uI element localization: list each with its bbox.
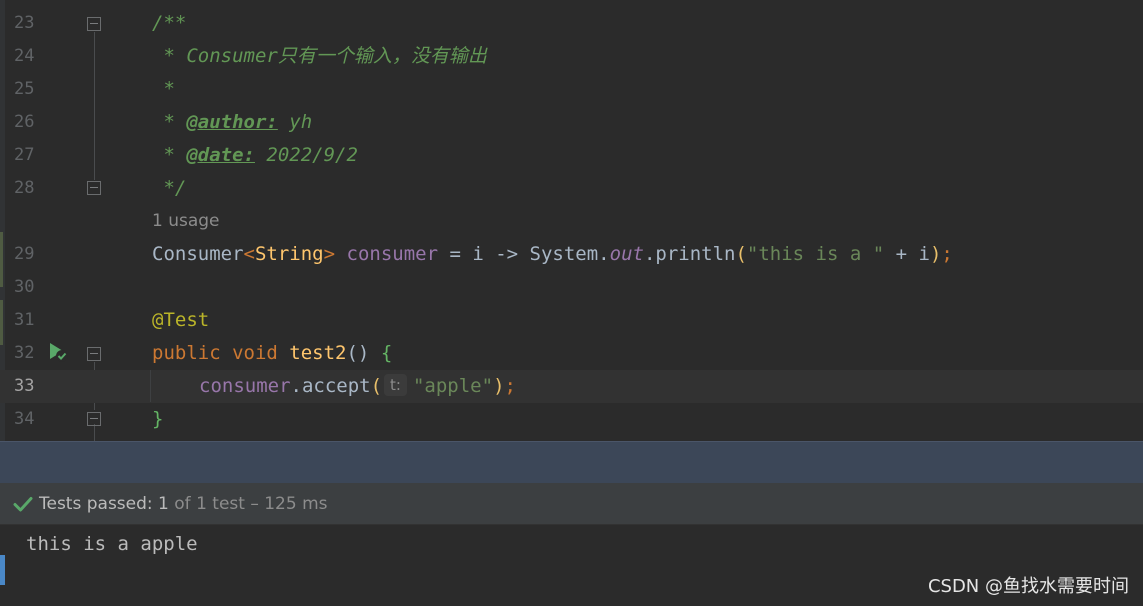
javadoc-author-tag: @author:	[186, 111, 278, 133]
watermark: CSDN @鱼找水需要时间	[927, 576, 1129, 597]
fold-collapse-icon[interactable]	[87, 17, 101, 31]
line-code: consumer.accept(t: "apple");	[199, 374, 516, 397]
code-line[interactable]: 25 *	[0, 73, 1143, 106]
line-code: /**	[152, 12, 187, 34]
code-line-current[interactable]: 33 consumer.accept(t: "apple");	[0, 370, 1143, 403]
code-line[interactable]: 28 */	[0, 172, 1143, 205]
code-line[interactable]: 29 Consumer<String> consumer = i -> Syst…	[0, 238, 1143, 271]
console-output-text: this is a apple	[26, 533, 198, 555]
line-number: 34	[14, 409, 35, 429]
code-line[interactable]: 34 }	[0, 403, 1143, 436]
line-number: 32	[14, 343, 35, 363]
line-number: 31	[14, 310, 35, 330]
fold-collapse-icon[interactable]	[87, 181, 101, 195]
line-number: 23	[14, 13, 35, 33]
line-code: * @date: 2022/9/2	[152, 144, 358, 166]
fold-collapse-icon[interactable]	[87, 412, 101, 426]
indent-guide	[150, 370, 151, 402]
method-name: test2	[289, 342, 347, 364]
panel-splitter[interactable]	[0, 441, 1143, 483]
line-code: * @author: yh	[152, 111, 313, 133]
parameter-hint: t:	[384, 374, 407, 396]
line-number: 24	[14, 46, 35, 66]
line-number: 33	[14, 376, 35, 396]
code-line[interactable]: 24 * Consumer只有一个输入，没有输出	[0, 40, 1143, 73]
code-line[interactable]: 32 public void test2() {	[0, 337, 1143, 370]
code-line[interactable]: 23 /**	[0, 7, 1143, 40]
usage-hint[interactable]: 1 usage	[152, 208, 220, 234]
run-test-icon[interactable]	[46, 340, 70, 364]
fold-collapse-icon[interactable]	[87, 347, 101, 361]
line-code: */	[152, 177, 187, 199]
line-code: *	[152, 78, 175, 100]
line-code: * Consumer只有一个输入，没有输出	[152, 45, 487, 67]
code-line[interactable]: 31 @Test	[0, 304, 1143, 337]
line-number: 27	[14, 145, 35, 165]
code-line[interactable]: 26 * @author: yh	[0, 106, 1143, 139]
line-code: }	[152, 408, 164, 430]
line-code: public void test2() {	[152, 342, 393, 364]
check-icon	[13, 497, 33, 512]
test-annotation: @Test	[152, 309, 210, 331]
line-code: Consumer<String> consumer = i -> System.…	[152, 243, 953, 265]
line-code: @Test	[152, 304, 209, 337]
console-selection-marker	[0, 555, 5, 585]
line-number: 26	[14, 112, 35, 132]
console-output[interactable]: this is a apple CSDN @鱼找水需要时间	[0, 525, 1143, 606]
test-status-text: Tests passed: 1 of 1 test – 125 ms	[39, 494, 328, 514]
code-line[interactable]: 30	[0, 271, 1143, 304]
test-run-status-bar: Tests passed: 1 of 1 test – 125 ms	[0, 483, 1143, 525]
line-number: 25	[14, 79, 35, 99]
line-number: 29	[14, 244, 35, 264]
code-line[interactable]: 27 * @date: 2022/9/2	[0, 139, 1143, 172]
line-number: 30	[14, 277, 35, 297]
code-editor[interactable]: 23 /** 24 * Consumer只有一个输入，没有输出 25 * 26 …	[0, 0, 1143, 441]
line-number: 28	[14, 178, 35, 198]
javadoc-date-tag: @date:	[186, 144, 255, 166]
